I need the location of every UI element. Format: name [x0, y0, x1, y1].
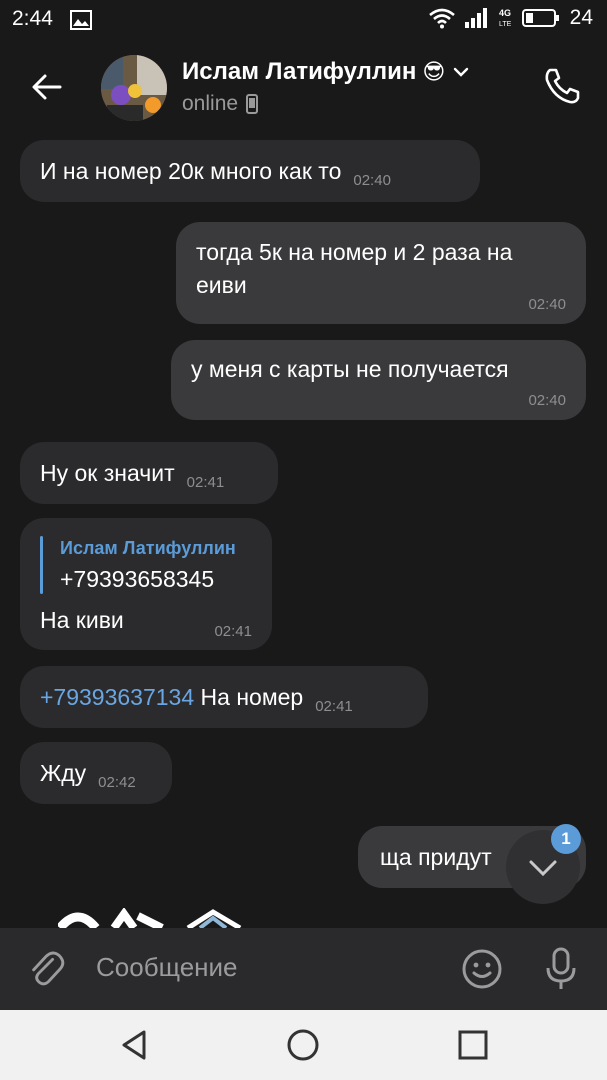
message-text: у меня с карты не получается — [191, 356, 509, 382]
message-time: 02:42 — [98, 774, 136, 791]
phone-number-link[interactable]: +79393637134 — [40, 684, 194, 710]
microphone-icon[interactable] — [541, 946, 581, 992]
message-time: 02:41 — [214, 623, 252, 640]
message-bubble-incoming[interactable]: Ну ок значит 02:41 — [20, 442, 278, 504]
chat-header: Ислам Латифуллин 😎 online — [0, 38, 607, 134]
nav-home-icon[interactable] — [286, 1028, 320, 1062]
status-time: 2:44 — [12, 7, 53, 30]
message-time: 02:41 — [315, 698, 353, 715]
nav-recents-icon[interactable] — [456, 1028, 490, 1062]
chevron-down-icon[interactable] — [451, 65, 471, 79]
message-time: 02:41 — [186, 474, 225, 491]
message-bubble-incoming[interactable]: +79393637134 На номер 02:41 — [20, 666, 428, 728]
message-text: ща придут — [380, 844, 492, 870]
lte-icon: 4G LTE — [499, 8, 512, 28]
message-text: И на номер 20к много как то — [40, 158, 342, 184]
battery-level: 24 — [569, 6, 593, 29]
message-bubble-reply[interactable]: Ислам Латифуллин +79393658345 На киви 02… — [20, 518, 272, 650]
message-time: 02:40 — [528, 296, 566, 314]
reply-text: +79393658345 — [60, 566, 215, 592]
message-text: тогда 5к на номер и 2 раза на еиви — [196, 239, 513, 299]
reply-quote-bar — [40, 536, 43, 594]
gallery-notification-icon — [70, 10, 92, 30]
paperclip-icon[interactable] — [26, 948, 68, 990]
message-text: Жду — [40, 760, 87, 786]
message-bubble-outgoing[interactable]: у меня с карты не получается 02:40 — [171, 340, 586, 420]
system-navigation-bar — [0, 1010, 607, 1080]
presence-row: online — [182, 92, 259, 116]
battery-icon — [521, 9, 559, 27]
contact-name: Ислам Латифуллин — [182, 58, 417, 85]
mobile-device-icon — [246, 94, 259, 114]
status-icons: 4G LTE 24 — [428, 6, 593, 30]
message-bubble-incoming[interactable]: И на номер 20к много как то 02:40 — [20, 140, 480, 202]
phone-call-icon[interactable] — [540, 64, 584, 108]
message-text: На номер — [200, 684, 304, 710]
message-time: 02:40 — [528, 392, 566, 410]
contact-name-emoji: 😎 — [422, 59, 446, 84]
message-time: 02:40 — [353, 172, 391, 189]
reply-author: Ислам Латифуллин — [60, 538, 236, 558]
contact-name-row[interactable]: Ислам Латифуллин 😎 — [182, 58, 471, 86]
unread-badge: 1 — [551, 824, 581, 854]
signal-icon — [464, 8, 487, 28]
nav-back-icon[interactable] — [118, 1028, 152, 1062]
avatar[interactable] — [101, 55, 167, 121]
message-input[interactable]: Сообщение — [96, 952, 238, 983]
status-bar: 2:44 4G LTE 24 — [0, 0, 607, 38]
sticker-preview[interactable] — [58, 908, 258, 928]
message-bubble-outgoing[interactable]: тогда 5к на номер и 2 раза на еиви 02:40 — [176, 222, 586, 324]
wifi-icon — [428, 8, 455, 29]
svg-text:LTE: LTE — [499, 21, 512, 28]
svg-text:4G: 4G — [499, 8, 511, 18]
presence-status: online — [182, 92, 239, 115]
message-text: На киви — [40, 607, 124, 633]
back-arrow-icon[interactable] — [26, 66, 68, 108]
message-composer: Сообщение — [0, 928, 607, 1010]
message-bubble-incoming[interactable]: Жду 02:42 — [20, 742, 172, 804]
message-text: Ну ок значит — [40, 460, 175, 486]
emoji-icon[interactable] — [460, 947, 504, 991]
